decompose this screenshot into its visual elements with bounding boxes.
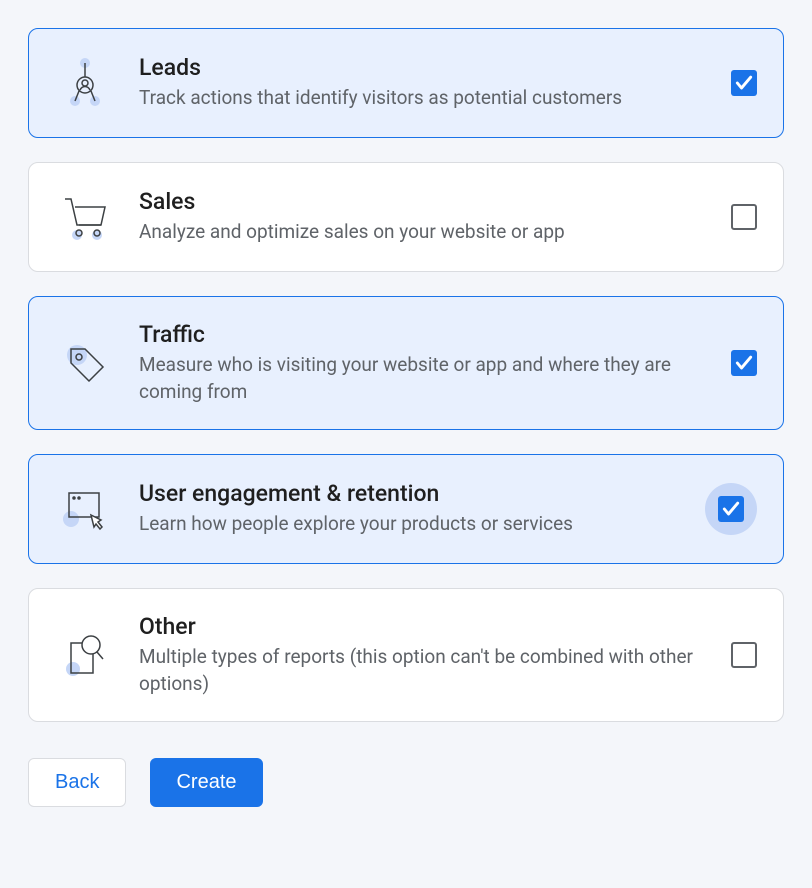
option-title: Traffic — [139, 321, 707, 348]
option-card-other[interactable]: Other Multiple types of reports (this op… — [28, 588, 784, 722]
checkbox-sales[interactable] — [731, 204, 757, 230]
option-title: Sales — [139, 188, 707, 215]
option-text: User engagement & retention Learn how pe… — [139, 480, 681, 538]
option-title: Other — [139, 613, 707, 640]
option-description: Track actions that identify visitors as … — [139, 85, 707, 112]
checkbox-leads[interactable] — [731, 70, 757, 96]
option-description: Multiple types of reports (this option c… — [139, 644, 707, 697]
option-description: Measure who is visiting your website or … — [139, 352, 707, 405]
option-description: Learn how people explore your products o… — [139, 511, 681, 538]
option-text: Leads Track actions that identify visito… — [139, 54, 707, 112]
window-cursor-icon — [55, 479, 115, 539]
option-text: Traffic Measure who is visiting your web… — [139, 321, 707, 405]
checkbox-other[interactable] — [731, 642, 757, 668]
option-text: Other Multiple types of reports (this op… — [139, 613, 707, 697]
tag-icon — [55, 333, 115, 393]
option-title: User engagement & retention — [139, 480, 681, 507]
checkbox-engagement[interactable] — [718, 496, 744, 522]
cart-icon — [55, 187, 115, 247]
footer-actions: Back Create — [28, 758, 784, 807]
option-card-leads[interactable]: Leads Track actions that identify visito… — [28, 28, 784, 138]
create-button[interactable]: Create — [150, 758, 262, 807]
option-card-sales[interactable]: Sales Analyze and optimize sales on your… — [28, 162, 784, 272]
leads-icon — [55, 53, 115, 113]
option-title: Leads — [139, 54, 707, 81]
option-text: Sales Analyze and optimize sales on your… — [139, 188, 707, 246]
option-description: Analyze and optimize sales on your websi… — [139, 219, 707, 246]
search-page-icon — [55, 625, 115, 685]
option-card-traffic[interactable]: Traffic Measure who is visiting your web… — [28, 296, 784, 430]
back-button[interactable]: Back — [28, 758, 126, 807]
option-card-engagement[interactable]: User engagement & retention Learn how pe… — [28, 454, 784, 564]
checkbox-traffic[interactable] — [731, 350, 757, 376]
checkbox-halo — [705, 483, 757, 535]
